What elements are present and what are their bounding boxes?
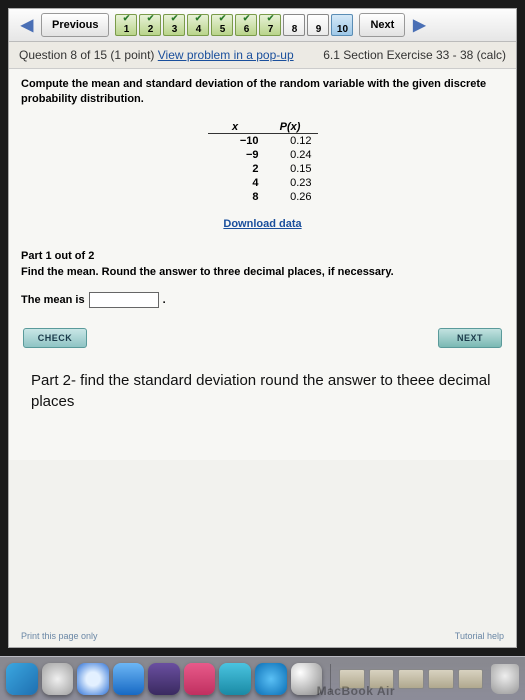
macos-dock xyxy=(0,656,525,700)
question-number-strip: ✔1 ✔2 ✔3 ✔4 ✔5 ✔6 ✔7 8 9 10 xyxy=(115,14,353,36)
table-row: −100.12 xyxy=(208,134,318,148)
check-icon: ✔ xyxy=(140,14,160,23)
check-icon: ✔ xyxy=(116,14,136,23)
view-popup-link[interactable]: View problem in a pop-up xyxy=(158,48,294,62)
mean-answer-line: The mean is . xyxy=(21,292,504,308)
appstore-icon[interactable] xyxy=(255,663,287,695)
q-nav-1[interactable]: ✔1 xyxy=(115,14,137,36)
music-icon[interactable] xyxy=(184,663,216,695)
next-button[interactable]: Next xyxy=(359,13,405,37)
question-counter: Question 8 of 15 (1 point) View problem … xyxy=(19,48,294,62)
q-nav-6[interactable]: ✔6 xyxy=(235,14,257,36)
part-1-label: Part 1 out of 2 xyxy=(21,250,504,262)
question-navbar: ◀ Previous ✔1 ✔2 ✔3 ✔4 ✔5 ✔6 ✔7 8 9 10 N… xyxy=(9,9,516,42)
q-nav-5[interactable]: ✔5 xyxy=(211,14,233,36)
dock-tile[interactable] xyxy=(428,669,454,689)
check-icon: ✔ xyxy=(188,14,208,23)
previous-button[interactable]: Previous xyxy=(41,13,109,37)
question-prompt: Compute the mean and standard deviation … xyxy=(21,77,504,107)
app-icon[interactable] xyxy=(148,663,180,695)
q-nav-8[interactable]: 8 xyxy=(283,14,305,36)
mail-icon[interactable] xyxy=(113,663,145,695)
dock-tile[interactable] xyxy=(458,669,484,689)
q-nav-7[interactable]: ✔7 xyxy=(259,14,281,36)
download-row: Download data xyxy=(21,218,504,230)
part-2-note: Part 2- find the standard deviation roun… xyxy=(31,370,494,412)
safari-icon[interactable] xyxy=(77,663,109,695)
app-icon[interactable] xyxy=(219,663,251,695)
check-icon: ✔ xyxy=(260,14,280,23)
col-x-header: x xyxy=(208,121,263,133)
q-nav-2[interactable]: ✔2 xyxy=(139,14,161,36)
part-1-actions: CHECK NEXT xyxy=(21,328,504,348)
check-icon: ✔ xyxy=(164,14,184,23)
quiz-page: ◀ Previous ✔1 ✔2 ✔3 ✔4 ✔5 ✔6 ✔7 8 9 10 N… xyxy=(8,8,517,648)
col-px-header: P(x) xyxy=(263,121,318,133)
table-row: 80.26 xyxy=(208,190,318,204)
launchpad-icon[interactable] xyxy=(42,663,74,695)
check-icon: ✔ xyxy=(212,14,232,23)
next-arrow-icon[interactable]: ▶ xyxy=(407,13,431,37)
tutorial-link[interactable]: Tutorial help xyxy=(455,631,504,641)
table-row: −90.24 xyxy=(208,148,318,162)
trash-icon[interactable] xyxy=(491,664,519,694)
q-nav-3[interactable]: ✔3 xyxy=(163,14,185,36)
table-row: 20.15 xyxy=(208,162,318,176)
device-label: MacBook Air xyxy=(317,684,395,698)
section-reference: 6.1 Section Exercise 33 - 38 (calc) xyxy=(323,48,506,62)
print-link[interactable]: Print this page only xyxy=(21,631,98,641)
download-data-link[interactable]: Download data xyxy=(223,218,301,230)
table-row: 40.23 xyxy=(208,176,318,190)
check-button[interactable]: CHECK xyxy=(23,328,87,348)
question-content: Compute the mean and standard deviation … xyxy=(9,69,516,460)
mean-input[interactable] xyxy=(89,292,159,308)
part-next-button[interactable]: NEXT xyxy=(438,328,502,348)
question-meta-bar: Question 8 of 15 (1 point) View problem … xyxy=(9,42,516,69)
q-nav-4[interactable]: ✔4 xyxy=(187,14,209,36)
finder-icon[interactable] xyxy=(6,663,38,695)
q-nav-9[interactable]: 9 xyxy=(307,14,329,36)
prev-arrow-icon[interactable]: ◀ xyxy=(15,13,39,37)
mean-prefix: The mean is xyxy=(21,294,85,306)
part-1-instruction: Find the mean. Round the answer to three… xyxy=(21,266,504,278)
dock-tile[interactable] xyxy=(398,669,424,689)
q-nav-10[interactable]: 10 xyxy=(331,14,353,36)
distribution-table: x P(x) −100.12 −90.24 20.15 40.23 80.26 xyxy=(208,121,318,204)
check-icon: ✔ xyxy=(236,14,256,23)
page-footer: Print this page only Tutorial help xyxy=(9,631,516,641)
